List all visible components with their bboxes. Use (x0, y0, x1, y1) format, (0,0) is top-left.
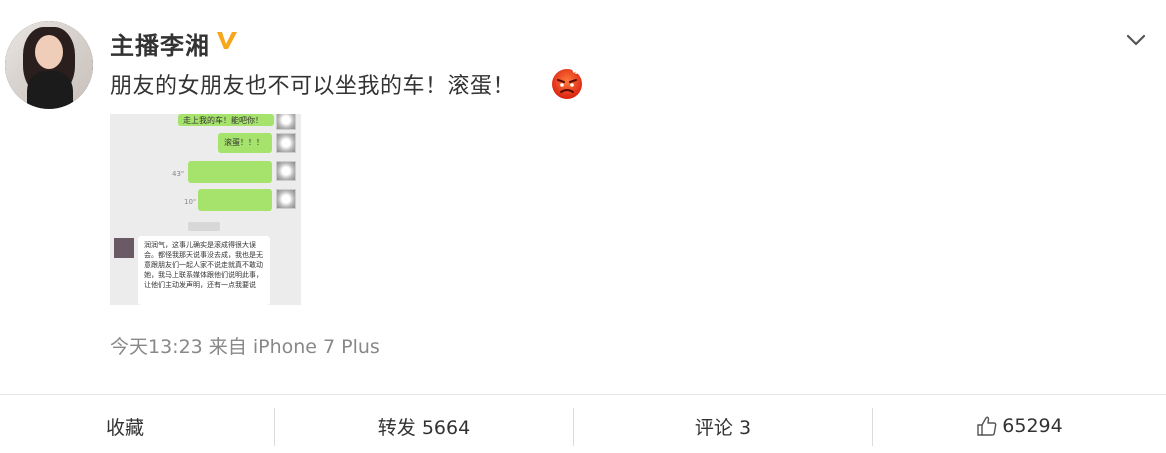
avatar-body (27, 71, 73, 109)
like-button[interactable]: 65294 (873, 406, 1166, 446)
chat-avatar-sender (114, 238, 134, 258)
post-meta: 今天13:23 来自 iPhone 7 Plus (110, 336, 380, 358)
repost-button[interactable]: 转发 5664 (275, 406, 573, 446)
voice-duration: 10" (184, 198, 197, 206)
avatar-face (35, 35, 63, 69)
voice-bubble (188, 161, 272, 183)
angry-face-emoji-icon (552, 66, 582, 99)
comment-button[interactable]: 评论 3 (574, 406, 872, 446)
verified-badge-icon (217, 32, 237, 49)
chat-timestamp (188, 222, 220, 231)
voice-bubble (198, 189, 272, 211)
voice-duration: 43" (172, 170, 185, 178)
avatar[interactable] (5, 21, 93, 109)
favorite-button[interactable]: 收藏 (0, 406, 274, 446)
chat-avatar (276, 161, 296, 181)
favorite-label: 收藏 (106, 416, 145, 439)
chat-avatar (276, 114, 296, 130)
username[interactable]: 主播李湘 (110, 26, 210, 61)
thumbs-up-icon (977, 416, 997, 436)
repost-label: 转发 5664 (377, 416, 471, 439)
like-count: 65294 (1002, 415, 1063, 437)
chat-bubble-2: 滚蛋！！！ (218, 133, 272, 153)
chevron-down-icon[interactable] (1124, 28, 1148, 52)
action-bar-divider (0, 394, 1166, 395)
chat-avatar (276, 133, 296, 153)
chat-avatar (276, 189, 296, 209)
post-image-thumbnail[interactable]: 走上我的车！能吧你！ 滚蛋！！！ 43" 10" 润润气，这事儿确实是滚成得很大… (110, 114, 301, 305)
post-text: 朋友的女朋友也不可以坐我的车！滚蛋！ (110, 74, 516, 99)
chat-message-card: 润润气，这事儿确实是滚成得很大误会。都怪我那天说事没去成，我也是无意跟朋友们一起… (138, 236, 270, 305)
comment-label: 评论 3 (694, 416, 752, 439)
chat-bubble-top: 走上我的车！能吧你！ (178, 114, 274, 126)
